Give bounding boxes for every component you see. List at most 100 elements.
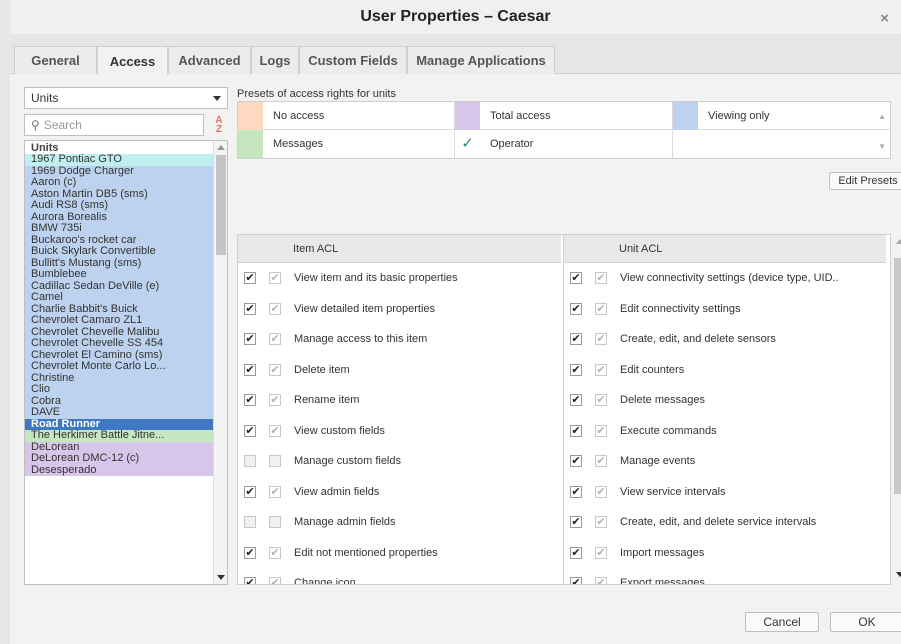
list-item[interactable]: Cobra bbox=[25, 395, 214, 407]
tab-access[interactable]: Access bbox=[97, 46, 168, 75]
ok-button[interactable]: OK bbox=[830, 612, 901, 632]
own-permission-checkbox[interactable] bbox=[244, 516, 256, 529]
inherited-permission-checkbox[interactable]: ✔ bbox=[269, 394, 281, 407]
cancel-button[interactable]: Cancel bbox=[745, 612, 819, 632]
list-item[interactable]: Aston Martin DB5 (sms) bbox=[25, 188, 214, 200]
list-item[interactable]: Audi RS8 (sms) bbox=[25, 200, 214, 212]
own-permission-checkbox[interactable]: ✔ bbox=[570, 272, 582, 285]
tab-advanced[interactable]: Advanced bbox=[168, 46, 251, 74]
inherited-permission-checkbox[interactable]: ✔ bbox=[595, 333, 607, 346]
inherited-permission-checkbox[interactable]: ✔ bbox=[269, 333, 281, 346]
units-list-scrollbar[interactable] bbox=[213, 141, 227, 584]
own-permission-checkbox[interactable]: ✔ bbox=[244, 272, 256, 285]
list-item[interactable]: Bumblebee bbox=[25, 269, 214, 281]
preset-messages[interactable]: Messages bbox=[238, 130, 455, 158]
list-item[interactable]: Bullitt's Mustang (sms) bbox=[25, 257, 214, 269]
list-item[interactable]: Buckaroo's rocket car bbox=[25, 234, 214, 246]
inherited-permission-checkbox[interactable]: ✔ bbox=[595, 455, 607, 468]
acl-scrollbar[interactable] bbox=[893, 234, 901, 585]
inherited-permission-checkbox[interactable]: ✔ bbox=[269, 577, 281, 584]
list-item[interactable]: Clio bbox=[25, 384, 214, 396]
tab-custom-fields[interactable]: Custom Fields bbox=[299, 46, 407, 74]
own-permission-checkbox[interactable]: ✔ bbox=[570, 424, 582, 437]
tab-general[interactable]: General bbox=[14, 46, 97, 74]
inherited-permission-checkbox[interactable] bbox=[269, 455, 281, 468]
own-permission-checkbox[interactable] bbox=[244, 455, 256, 468]
own-permission-checkbox[interactable]: ✔ bbox=[244, 363, 256, 376]
own-permission-checkbox[interactable]: ✔ bbox=[570, 577, 582, 584]
own-permission-checkbox[interactable]: ✔ bbox=[570, 302, 582, 315]
list-item[interactable]: DAVE bbox=[25, 407, 214, 419]
inherited-permission-checkbox[interactable]: ✔ bbox=[595, 424, 607, 437]
inherited-permission-checkbox[interactable]: ✔ bbox=[269, 424, 281, 437]
own-permission-checkbox[interactable]: ✔ bbox=[244, 394, 256, 407]
scroll-down-icon[interactable] bbox=[896, 572, 901, 577]
preset-no-access[interactable]: No access bbox=[238, 101, 455, 130]
tab-manage-applications[interactable]: Manage Applications bbox=[407, 46, 555, 74]
list-item[interactable]: Chevrolet El Camino (sms) bbox=[25, 349, 214, 361]
own-permission-checkbox[interactable]: ✔ bbox=[244, 546, 256, 559]
list-item[interactable]: Aurora Borealis bbox=[25, 211, 214, 223]
own-permission-checkbox[interactable]: ✔ bbox=[244, 302, 256, 315]
inherited-permission-checkbox[interactable]: ✔ bbox=[269, 485, 281, 498]
inherited-permission-checkbox[interactable]: ✔ bbox=[595, 363, 607, 376]
list-item[interactable]: Aaron (c) bbox=[25, 177, 214, 189]
scroll-up-icon[interactable]: ▲ bbox=[878, 112, 886, 121]
preset-operator[interactable]: ✓ Operator bbox=[455, 130, 673, 158]
inherited-permission-checkbox[interactable]: ✔ bbox=[269, 302, 281, 315]
inherited-permission-checkbox[interactable]: ✔ bbox=[595, 516, 607, 529]
list-item[interactable]: Christine bbox=[25, 372, 214, 384]
inherited-permission-checkbox[interactable]: ✔ bbox=[269, 546, 281, 559]
list-item[interactable]: Desesperado bbox=[25, 464, 214, 476]
own-permission-checkbox[interactable]: ✔ bbox=[570, 394, 582, 407]
own-permission-checkbox[interactable]: ✔ bbox=[244, 485, 256, 498]
own-permission-checkbox[interactable]: ✔ bbox=[570, 485, 582, 498]
list-item[interactable]: 1969 Dodge Charger bbox=[25, 165, 214, 177]
list-item[interactable]: DeLorean bbox=[25, 441, 214, 453]
list-item[interactable]: 1967 Pontiac GTO bbox=[25, 154, 214, 166]
scrollbar-thumb[interactable] bbox=[894, 258, 901, 494]
list-item[interactable]: Charlie Babbit's Buick bbox=[25, 303, 214, 315]
scrollbar-thumb[interactable] bbox=[216, 155, 226, 255]
inherited-permission-checkbox[interactable]: ✔ bbox=[595, 394, 607, 407]
list-item[interactable]: BMW 735i bbox=[25, 223, 214, 235]
inherited-permission-checkbox[interactable]: ✔ bbox=[595, 302, 607, 315]
search-input[interactable]: ⚲ Search bbox=[24, 114, 204, 136]
inherited-permission-checkbox[interactable]: ✔ bbox=[269, 363, 281, 376]
list-item[interactable]: DeLorean DMC-12 (c) bbox=[25, 453, 214, 465]
own-permission-checkbox[interactable]: ✔ bbox=[244, 424, 256, 437]
item-type-select[interactable]: Units bbox=[24, 87, 228, 109]
inherited-permission-checkbox[interactable]: ✔ bbox=[595, 485, 607, 498]
scroll-down-icon[interactable]: ▼ bbox=[878, 142, 886, 151]
list-item[interactable]: Cadillac Sedan DeVille (e) bbox=[25, 280, 214, 292]
own-permission-checkbox[interactable]: ✔ bbox=[570, 546, 582, 559]
scroll-up-icon[interactable] bbox=[217, 145, 225, 150]
close-icon[interactable]: × bbox=[880, 10, 889, 27]
list-item[interactable]: Chevrolet Camaro ZL1 bbox=[25, 315, 214, 327]
scroll-up-icon[interactable] bbox=[896, 239, 901, 244]
inherited-permission-checkbox[interactable]: ✔ bbox=[595, 577, 607, 584]
inherited-permission-checkbox[interactable] bbox=[269, 516, 281, 529]
list-item[interactable]: Road Runner bbox=[25, 418, 214, 430]
preset-viewing-only[interactable]: Viewing only bbox=[673, 101, 891, 130]
own-permission-checkbox[interactable]: ✔ bbox=[570, 455, 582, 468]
own-permission-checkbox[interactable]: ✔ bbox=[570, 333, 582, 346]
tab-logs[interactable]: Logs bbox=[251, 46, 299, 74]
list-item[interactable]: Chevrolet Monte Carlo Lo... bbox=[25, 361, 214, 373]
own-permission-checkbox[interactable]: ✔ bbox=[570, 516, 582, 529]
inherited-permission-checkbox[interactable]: ✔ bbox=[269, 272, 281, 285]
own-permission-checkbox[interactable]: ✔ bbox=[244, 333, 256, 346]
list-item[interactable]: Buick Skylark Convertible bbox=[25, 246, 214, 258]
scroll-down-icon[interactable] bbox=[217, 575, 225, 580]
sort-az-icon[interactable]: AZ bbox=[210, 114, 228, 136]
list-item[interactable]: Chevrolet Chevelle SS 454 bbox=[25, 338, 214, 350]
inherited-permission-checkbox[interactable]: ✔ bbox=[595, 546, 607, 559]
own-permission-checkbox[interactable]: ✔ bbox=[570, 363, 582, 376]
preset-total-access[interactable]: Total access bbox=[455, 101, 673, 130]
list-item[interactable]: Camel bbox=[25, 292, 214, 304]
own-permission-checkbox[interactable]: ✔ bbox=[244, 577, 256, 584]
list-item[interactable]: The Herkimer Battle Jitne... bbox=[25, 430, 214, 442]
edit-presets-button[interactable]: Edit Presets bbox=[829, 172, 901, 190]
inherited-permission-checkbox[interactable]: ✔ bbox=[595, 272, 607, 285]
list-item[interactable]: Chevrolet Chevelle Malibu bbox=[25, 326, 214, 338]
